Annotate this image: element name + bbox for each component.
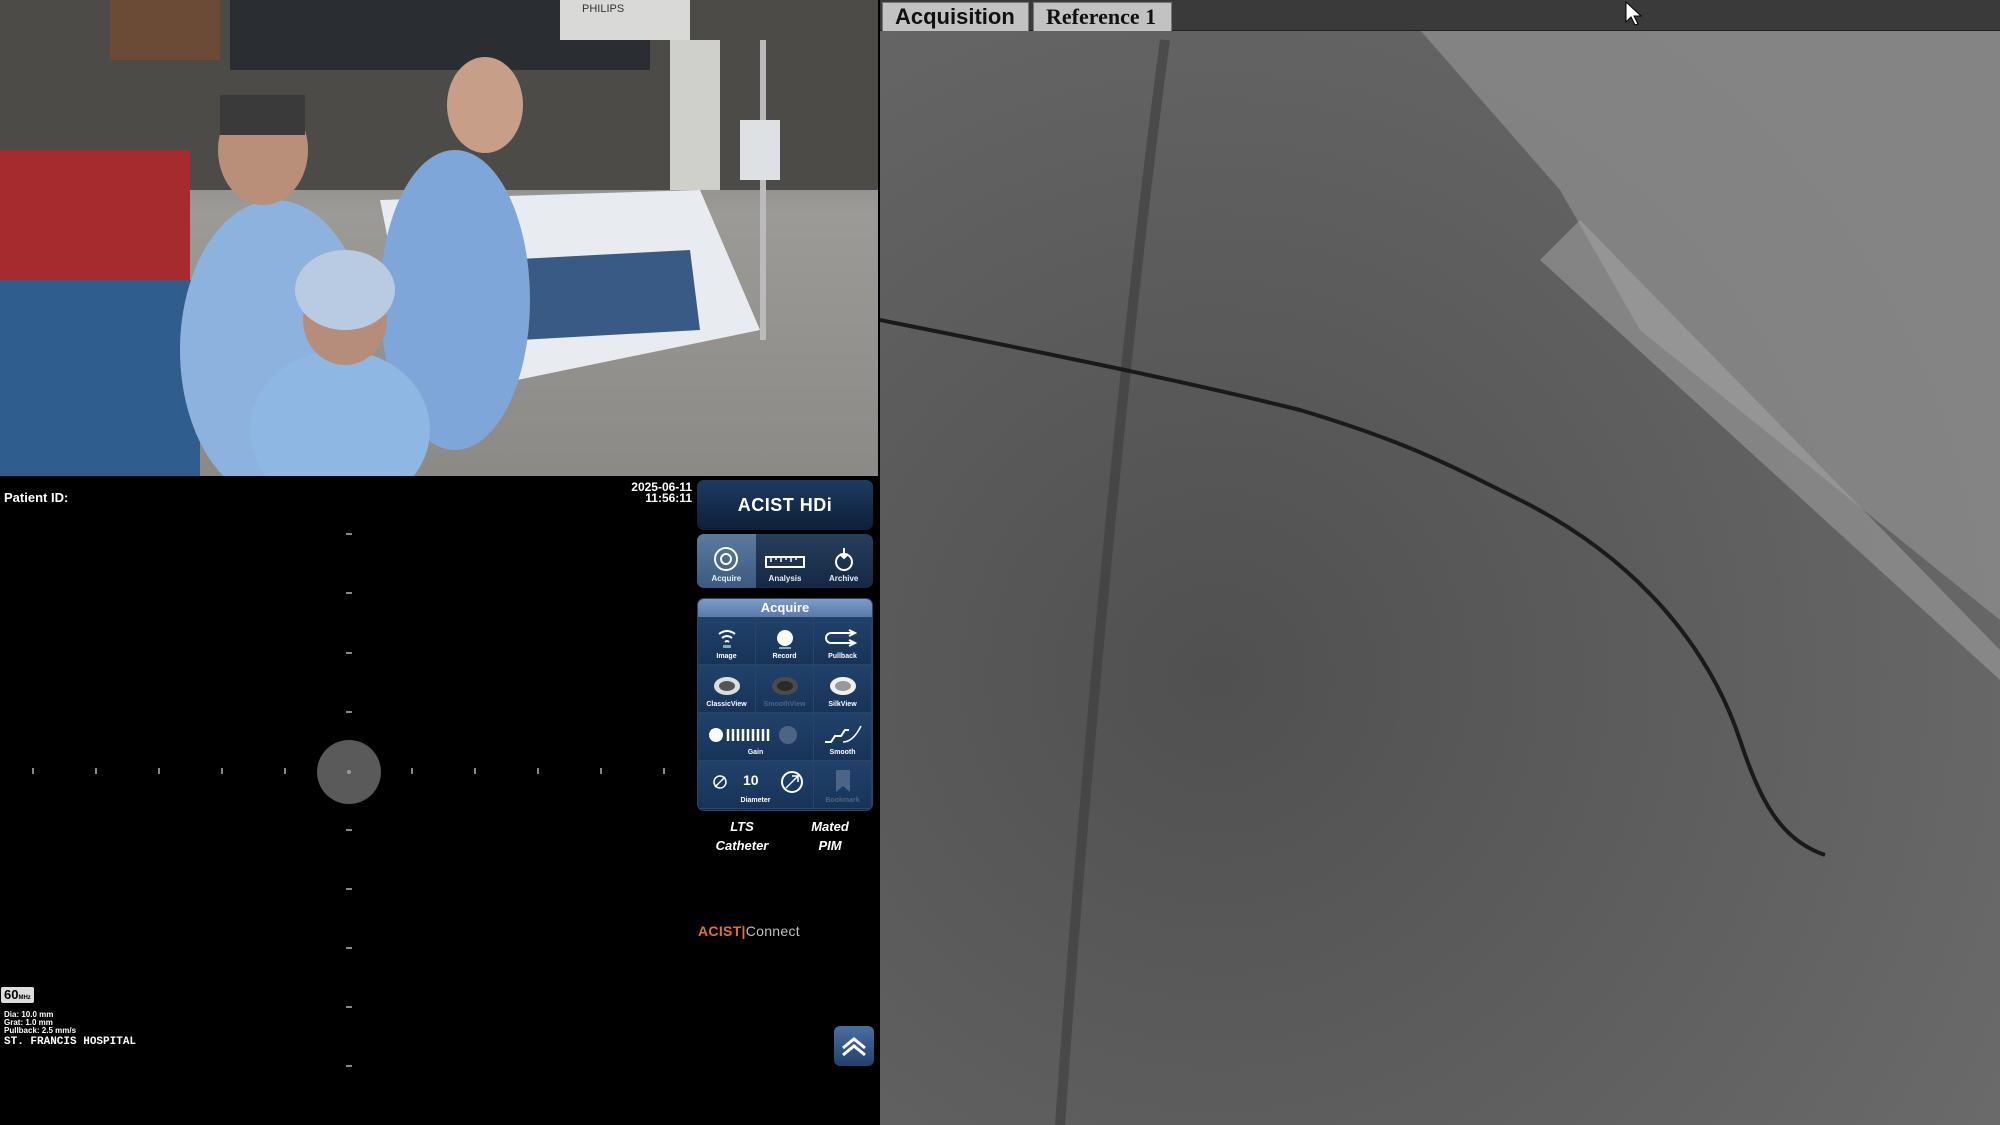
connect-product: Connect [745, 923, 800, 939]
classicview-icon [713, 677, 740, 695]
catheter-type: LTS [730, 819, 754, 834]
catheter-label: Catheter [715, 838, 769, 853]
hospital-name: ST. FRANCIS HOSPITAL [4, 1036, 137, 1048]
pim-state: Mated [811, 819, 849, 834]
diameter-value: 10 [743, 772, 759, 788]
acquire-mode-button[interactable]: Acquire [697, 534, 756, 588]
smooth-icon [824, 725, 862, 743]
mode-label: Analysis [768, 574, 802, 583]
philips-label: PHILIPS [582, 3, 624, 15]
pim-status: Mated PIM [790, 817, 870, 855]
mode-label: Archive [829, 574, 859, 583]
angiography-viewer: Acquisition Reference 1 [880, 0, 2000, 1125]
frequency-value: 60 [4, 987, 19, 1002]
smoothview-icon [771, 677, 798, 695]
tab-reference-1[interactable]: Reference 1 [1033, 2, 1172, 31]
gain-icon [708, 726, 797, 744]
smooth-button[interactable]: Smooth [814, 713, 872, 761]
control-label: SilkView [828, 701, 857, 708]
control-label: SmoothView [763, 701, 806, 708]
smoothview-button[interactable]: SmoothView [756, 665, 814, 713]
archive-icon [834, 548, 853, 571]
gain-slider[interactable]: Gain [698, 713, 814, 761]
control-label: Diameter [740, 797, 771, 804]
control-label: Gain [747, 749, 764, 756]
analysis-mode-button[interactable]: Analysis [756, 534, 815, 588]
silkview-icon [829, 677, 856, 695]
gain-knob-icon [778, 726, 797, 744]
diameter-control[interactable]: 10 Diameter [698, 761, 814, 809]
ivus-crosshair [32, 533, 665, 1067]
scan-parameters: Dia: 10.0 mm Grat: 1.0 mm Pullback: 2.5 … [4, 1011, 76, 1035]
silkview-button[interactable]: SilkView [814, 665, 872, 713]
viewer-tab-bar: Acquisition Reference 1 [880, 0, 2000, 31]
acist-hdi-logo: ACIST HDi [697, 480, 873, 530]
expand-up-button[interactable] [834, 1026, 874, 1066]
archive-mode-button[interactable]: Archive [814, 534, 873, 588]
bookmark-button[interactable]: Bookmark [814, 761, 872, 809]
control-label: ClassicView [706, 701, 747, 708]
pullback-param: Pullback: 2.5 mm/s [4, 1026, 77, 1035]
image-icon [717, 630, 736, 648]
mode-tabs: Acquire Analysis Archive [697, 534, 873, 588]
cath-lab-scene: PHILIPS [0, 0, 878, 476]
frequency-badge: 60MHz [1, 987, 34, 1003]
chevron-up-icon [842, 1037, 866, 1057]
acquire-icon [714, 547, 739, 571]
pullback-icon [824, 629, 857, 647]
camera-feed: PHILIPS [0, 0, 878, 476]
control-label: Record [772, 653, 797, 660]
frequency-unit: MHz [18, 995, 31, 1001]
tab-acquisition[interactable]: Acquisition [882, 2, 1029, 31]
diameter-icon: 10 [712, 771, 803, 793]
pullback-button[interactable]: Pullback [814, 617, 872, 665]
catheter-status: LTS Catheter [700, 817, 784, 855]
pim-label: PIM [818, 838, 842, 853]
fluoro-image [880, 0, 2000, 1125]
control-label: Image [716, 653, 737, 660]
acist-connect-logo: ACIST|Connect [698, 923, 800, 939]
ruler-icon [765, 556, 805, 568]
acquire-panel: Acquire Image Record Pullback ClassicVie… [697, 598, 873, 811]
record-icon [776, 630, 793, 649]
classicview-button[interactable]: ClassicView [698, 665, 756, 713]
control-label: Smooth [829, 749, 856, 756]
image-button[interactable]: Image [698, 617, 756, 665]
connect-brand: ACIST [698, 923, 742, 939]
control-label: Pullback [828, 653, 857, 660]
panel-title: Acquire [698, 599, 872, 617]
mouse-cursor-icon [1625, 0, 1642, 26]
mode-label: Acquire [711, 574, 742, 583]
record-button[interactable]: Record [756, 617, 814, 665]
control-label: Bookmark [825, 797, 860, 804]
bookmark-icon [835, 770, 850, 792]
